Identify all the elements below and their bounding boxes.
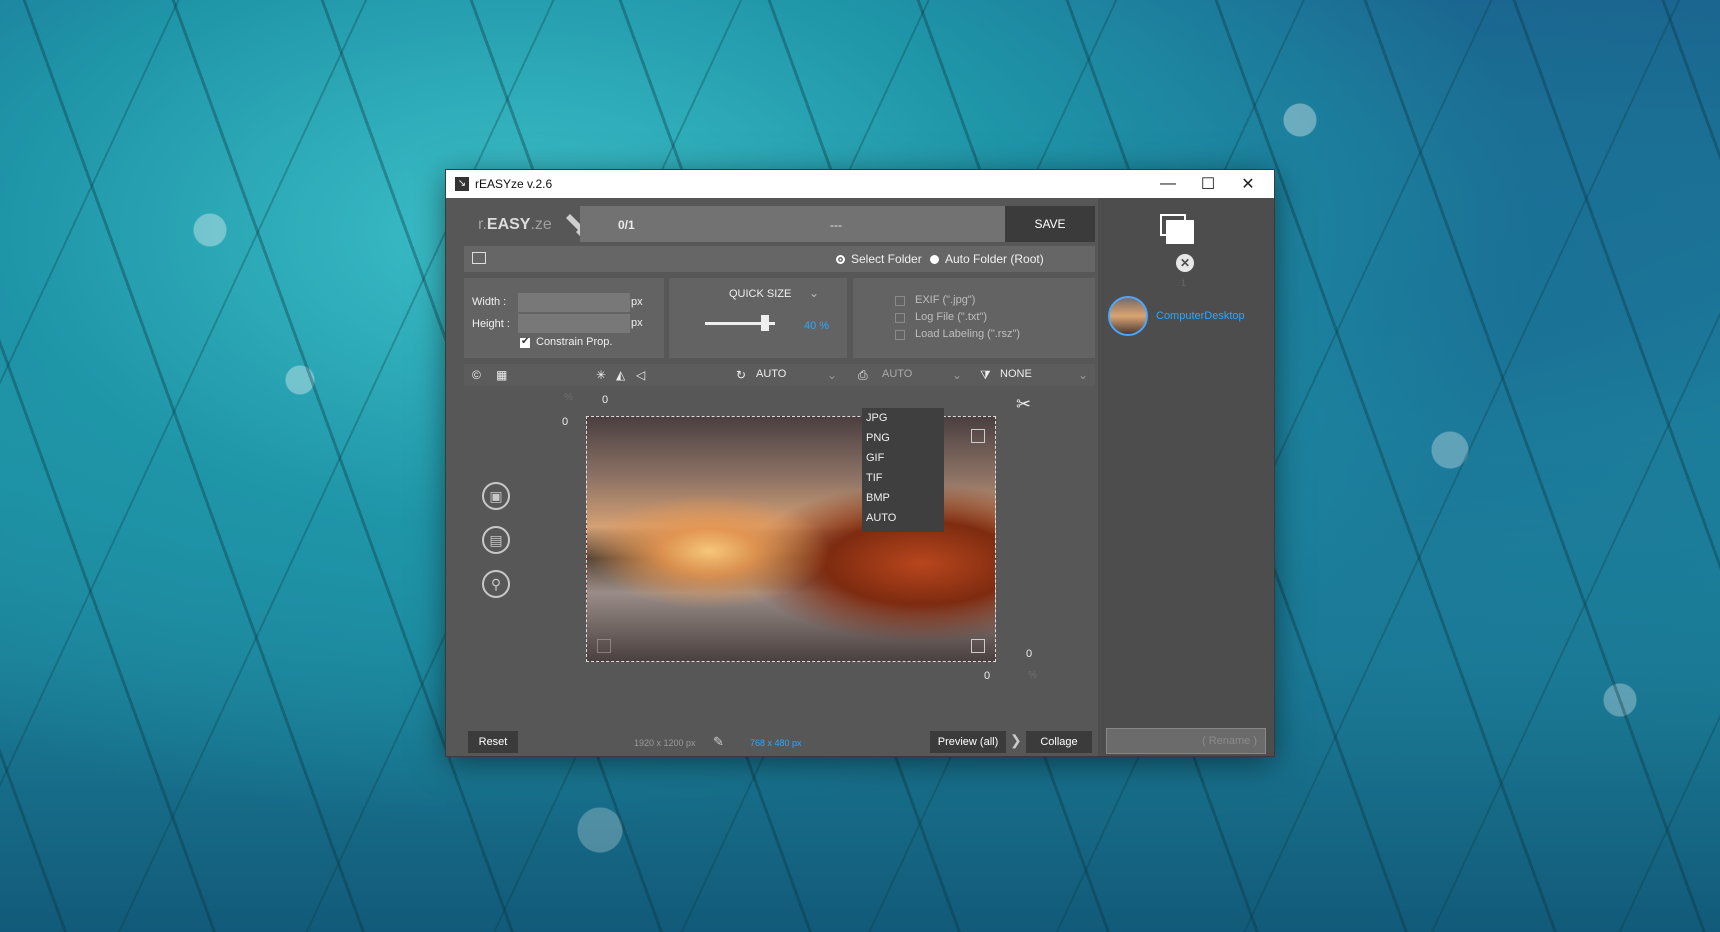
- edit-icon[interactable]: [971, 639, 985, 653]
- brightness-icon[interactable]: ✳: [596, 368, 606, 382]
- slider-handle[interactable]: [761, 315, 769, 331]
- reset-button[interactable]: Reset: [468, 731, 518, 753]
- app-icon: ↘: [455, 177, 469, 191]
- collage-button[interactable]: Collage: [1026, 731, 1092, 753]
- app-window: ↘ rEASYze v.2.6 — ☐ ✕ r.EASY.ze 0/1 --- …: [446, 170, 1274, 756]
- window-title: rEASYze v.2.6: [475, 177, 553, 191]
- filter-select[interactable]: NONE: [1000, 368, 1032, 380]
- minimize-button[interactable]: —: [1148, 170, 1188, 198]
- rotate-select[interactable]: AUTO: [756, 368, 786, 380]
- flip-horizontal-icon[interactable]: ◭: [616, 368, 625, 382]
- bottom-bar: Reset 1920 x 1200 px ✎ 768 x 480 px Prev…: [464, 728, 1095, 756]
- format-dropdown[interactable]: JPG PNG GIF TIF BMP AUTO: [862, 408, 944, 532]
- format-option[interactable]: AUTO: [862, 508, 944, 528]
- select-folder-label: Select Folder: [851, 252, 922, 266]
- log-file-checkbox[interactable]: [895, 313, 905, 323]
- preview-all-button[interactable]: Preview (all): [930, 731, 1006, 753]
- width-label: Width :: [472, 296, 507, 308]
- radio-icon: [930, 254, 939, 264]
- crop-left-value[interactable]: 0: [562, 416, 568, 428]
- document-icon: ▤: [489, 531, 503, 548]
- chevron-down-icon[interactable]: ⌄: [809, 286, 819, 300]
- radio-icon: [836, 254, 845, 264]
- magnifier-icon: ⚲: [490, 575, 502, 592]
- folder-icon[interactable]: [472, 252, 486, 264]
- progress-bar: 0/1 ---: [580, 206, 1005, 242]
- file-name[interactable]: ComputerDesktop: [1156, 310, 1266, 322]
- save-button[interactable]: SAVE: [1005, 206, 1095, 242]
- chevron-down-icon[interactable]: ⌄: [827, 368, 837, 382]
- crop-top-value[interactable]: 0: [602, 394, 608, 406]
- load-labeling-checkbox[interactable]: [895, 330, 905, 340]
- rename-field[interactable]: ( Rename ): [1106, 728, 1266, 754]
- save-round-button[interactable]: ▣: [482, 482, 510, 510]
- grid-icon[interactable]: ▦: [496, 368, 507, 382]
- size-panel: Width : px Height : px Constrain Prop.: [464, 278, 664, 358]
- app-logo: r.EASY.ze: [478, 216, 552, 233]
- constrain-checkbox[interactable]: [520, 336, 530, 348]
- width-input[interactable]: [518, 293, 630, 312]
- chevron-right-icon[interactable]: ❯: [1010, 732, 1022, 749]
- exif-label: EXIF (".jpg"): [915, 294, 976, 306]
- width-unit: px: [631, 296, 643, 308]
- clear-list-icon[interactable]: ✕: [1176, 254, 1194, 272]
- quick-size-percent: 40 %: [804, 320, 830, 332]
- format-select[interactable]: AUTO: [882, 368, 912, 380]
- printer-icon[interactable]: ⎙: [858, 368, 868, 383]
- format-option[interactable]: PNG: [862, 428, 944, 448]
- height-unit: px: [631, 317, 643, 329]
- select-folder-radio[interactable]: Select Folder: [836, 252, 922, 266]
- maximize-button[interactable]: ☐: [1188, 170, 1228, 198]
- rotate-icon[interactable]: ↻: [736, 368, 746, 382]
- chevron-down-icon[interactable]: ⌄: [1078, 368, 1088, 382]
- edit-icon[interactable]: [597, 639, 611, 653]
- format-option[interactable]: GIF: [862, 448, 944, 468]
- floppy-icon: ▣: [489, 487, 503, 504]
- main-area: r.EASY.ze 0/1 --- SAVE Select Folder Aut…: [464, 198, 1098, 756]
- copyright-icon[interactable]: ©: [472, 368, 481, 382]
- bottom-pct: %: [1028, 670, 1037, 681]
- auto-folder-label: Auto Folder (Root): [945, 252, 1044, 266]
- title-bar: ↘ rEASYze v.2.6 — ☐ ✕: [446, 170, 1274, 198]
- folder-row: Select Folder Auto Folder (Root): [464, 246, 1095, 272]
- auto-folder-radio[interactable]: Auto Folder (Root): [930, 252, 1044, 266]
- file-list-panel: ✕ 1 ComputerDesktop ( Rename ): [1098, 198, 1274, 756]
- progress-count: 0/1: [618, 218, 635, 232]
- format-option[interactable]: TIF: [862, 468, 944, 488]
- height-input[interactable]: [518, 314, 630, 333]
- crop-right-value[interactable]: 0: [1026, 648, 1032, 660]
- exif-checkbox[interactable]: [895, 296, 905, 306]
- image-canvas: % 0 0 ✂ ▣ ▤ ⚲ 0 0 %: [464, 386, 1095, 722]
- file-count: 1: [1181, 278, 1187, 288]
- log-file-label: Log File (".txt"): [915, 311, 987, 323]
- chevron-down-icon[interactable]: ⌄: [952, 368, 962, 382]
- quick-size-panel: QUICK SIZE ⌄ 40 %: [669, 278, 847, 358]
- crop-bottom-value[interactable]: 0: [984, 670, 990, 682]
- options-panel: EXIF (".jpg") Log File (".txt") Load Lab…: [853, 278, 1095, 358]
- toolbar: © ▦ ✳ ◭ ◁ ↻ AUTO ⌄ ⎙ AUTO ⌄ ⧩ NONE ⌄: [464, 364, 1095, 386]
- format-option[interactable]: JPG: [862, 408, 944, 428]
- stack-icon[interactable]: [1160, 214, 1194, 244]
- format-option[interactable]: BMP: [862, 488, 944, 508]
- filter-icon[interactable]: ⧩: [980, 368, 991, 383]
- ruler-icon[interactable]: ✎: [713, 734, 724, 750]
- original-dimensions: 1920 x 1200 px: [634, 738, 696, 748]
- file-thumbnail[interactable]: [1108, 296, 1148, 336]
- height-label: Height :: [472, 318, 510, 330]
- top-pct: %: [564, 392, 573, 403]
- target-dimensions: 768 x 480 px: [750, 738, 802, 748]
- flip-vertical-icon[interactable]: ◁: [636, 368, 645, 382]
- document-round-button[interactable]: ▤: [482, 526, 510, 554]
- close-button[interactable]: ✕: [1228, 170, 1268, 198]
- progress-status: ---: [830, 218, 842, 232]
- zoom-round-button[interactable]: ⚲: [482, 570, 510, 598]
- load-labeling-label: Load Labeling (".rsz"): [915, 328, 1021, 340]
- quick-size-label: QUICK SIZE: [729, 288, 792, 300]
- edit-icon[interactable]: [971, 429, 985, 443]
- scissors-icon[interactable]: ✂: [1016, 394, 1031, 415]
- constrain-label: Constrain Prop.: [536, 336, 613, 348]
